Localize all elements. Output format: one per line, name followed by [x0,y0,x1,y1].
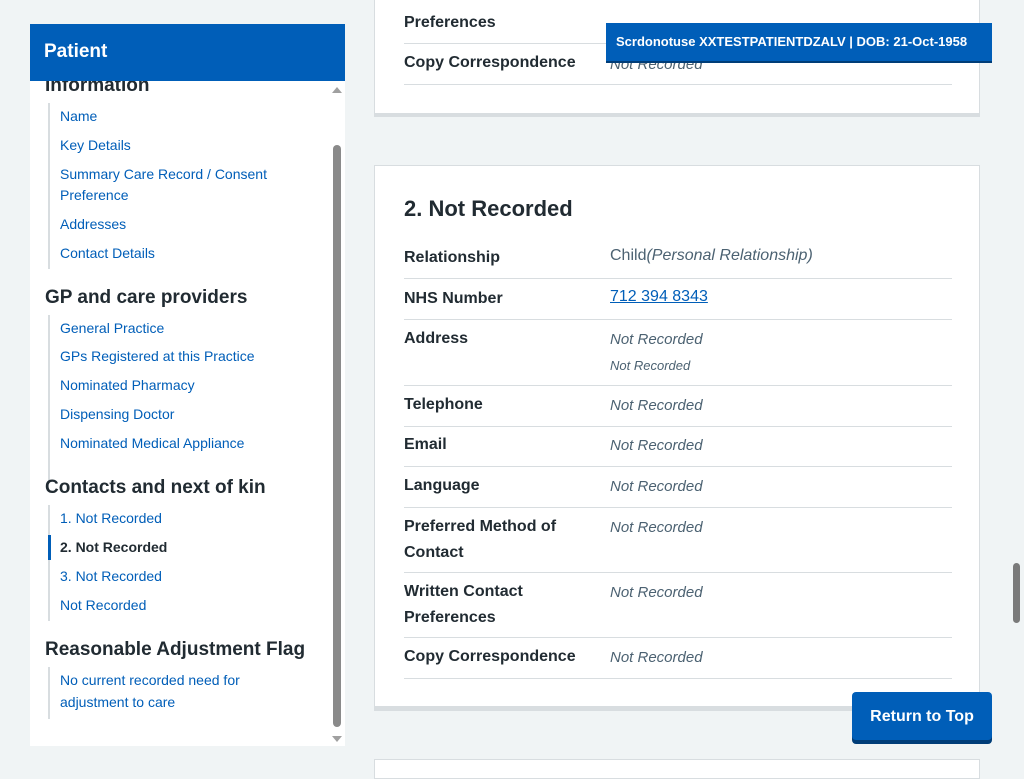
row-written-contact: Written Contact Preferences Not Recorded [404,573,952,638]
patient-banner: Scrdonotuse XXTESTPATIENTDZALV | DOB: 21… [606,23,992,61]
row-label-copy-correspondence: Copy Correspondence [404,54,576,71]
nav-link-nominated-medical-appliance[interactable]: Nominated Medical Appliance [60,433,244,454]
row-value-relationship: Child(Personal Relationship) [610,247,813,265]
nav-link-summary-care-record[interactable]: Summary Care Record / Consent [60,164,267,185]
row-label-written-contact: Written Contact [404,583,523,600]
nav-link-dispensing-doctor[interactable]: Dispensing Doctor [60,404,174,425]
nav-list-contacts: 1. Not Recorded 2. Not Recorded 3. Not R… [48,505,320,621]
row-value-telephone: Not Recorded [610,397,703,414]
nhs-number-link[interactable]: 712 394 8343 [610,288,708,305]
nav-list-gp: General Practice GPs Registered at this … [48,315,320,483]
nav-link-contact-1[interactable]: 1. Not Recorded [60,508,162,529]
window-scrollbar[interactable] [1008,0,1024,768]
row-value-language: Not Recorded [610,478,703,495]
row-value-address-line2: Not Recorded [610,358,691,373]
row-label-preferred-method-line2: Contact [404,544,464,561]
row-email: Email Not Recorded [404,427,952,467]
row-nhs-number: NHS Number 712 394 8343 [404,279,952,320]
row-value-copy-correspondence-2: Not Recorded [610,649,703,666]
row-relationship: Relationship Child(Personal Relationship… [404,238,952,279]
nav-list-raf: No current recorded need for adjustment … [48,667,320,719]
nav-scrollbar-thumb[interactable] [333,145,341,727]
nav-scroll-area[interactable]: Information Name Key Details Summary Car… [30,81,330,746]
row-label-preferred-method: Preferred Method of [404,518,557,535]
nav-scroll-down-icon[interactable] [332,736,342,742]
nav-link-general-practice[interactable]: General Practice [60,318,164,339]
nav-active-indicator [48,535,51,560]
contact-card-3 [374,759,980,779]
nav-group-gp: GP and care providers [45,287,248,308]
nav-list-patient-information: Name Key Details Summary Care Record / C… [48,103,320,269]
relationship-value: Child [610,247,647,264]
row-value-preferred-method: Not Recorded [610,519,703,536]
row-label-address: Address [404,330,469,347]
nav-link-contact-details[interactable]: Contact Details [60,243,155,264]
row-label-written-contact-line2: Preferences [404,609,496,626]
row-label-copy-correspondence-2: Copy Correspondence [404,648,576,665]
row-address: Address Not Recorded Not Recorded [404,320,952,386]
row-copy-correspondence: Copy Correspondence Not Recorded [404,638,952,679]
nav-link-gps-registered[interactable]: GPs Registered at this Practice [60,346,255,367]
row-value-nhs-number: 712 394 8343 [610,288,708,306]
nav-link-name[interactable]: Name [60,106,97,127]
nav-header: Patient [30,24,345,81]
row-value-address: Not Recorded [610,331,703,348]
row-label-preferences: Preferences [404,14,496,31]
row-value-written-contact: Not Recorded [610,584,703,601]
row-label-language: Language [404,477,480,494]
row-label-email: Email [404,436,447,453]
window-scrollbar-thumb[interactable] [1013,563,1020,623]
nav-scrollbar[interactable] [330,81,344,746]
nav-link-nominated-pharmacy[interactable]: Nominated Pharmacy [60,375,195,396]
card-shadow [374,113,980,117]
nav-link-contact-4[interactable]: Not Recorded [60,595,146,616]
nav-link-key-details[interactable]: Key Details [60,135,131,156]
row-label-relationship: Relationship [404,249,501,266]
row-language: Language Not Recorded [404,467,952,508]
row-telephone: Telephone Not Recorded [404,386,952,427]
nav-link-raf[interactable]: No current recorded need for [60,670,240,691]
return-to-top-button[interactable]: Return to Top [852,692,992,740]
nav-link-raf-line2[interactable]: adjustment to care [60,692,175,713]
contact-card-2: 2. Not Recorded Relationship Child(Perso… [374,165,980,707]
nav-group-contacts: Contacts and next of kin [45,477,266,498]
relationship-type: (Personal Relationship) [646,247,813,264]
row-label-telephone: Telephone [404,396,483,413]
card-title: 2. Not Recorded [404,196,573,221]
nav-link-contact-2[interactable]: 2. Not Recorded [60,537,167,558]
nav-scroll-up-icon[interactable] [332,87,342,93]
row-value-email: Not Recorded [610,437,703,454]
patient-nav-panel: Patient Information Name Key Details Sum… [30,24,345,746]
nav-link-contact-3[interactable]: 3. Not Recorded [60,566,162,587]
row-preferred-method: Preferred Method of Contact Not Recorded [404,508,952,573]
row-label-nhs-number: NHS Number [404,290,503,307]
nav-group-patient-information: Information [45,81,150,96]
nav-link-addresses[interactable]: Addresses [60,214,126,235]
nav-link-summary-care-record-line2[interactable]: Preference [60,185,128,206]
nav-group-raf: Reasonable Adjustment Flag [45,639,306,660]
